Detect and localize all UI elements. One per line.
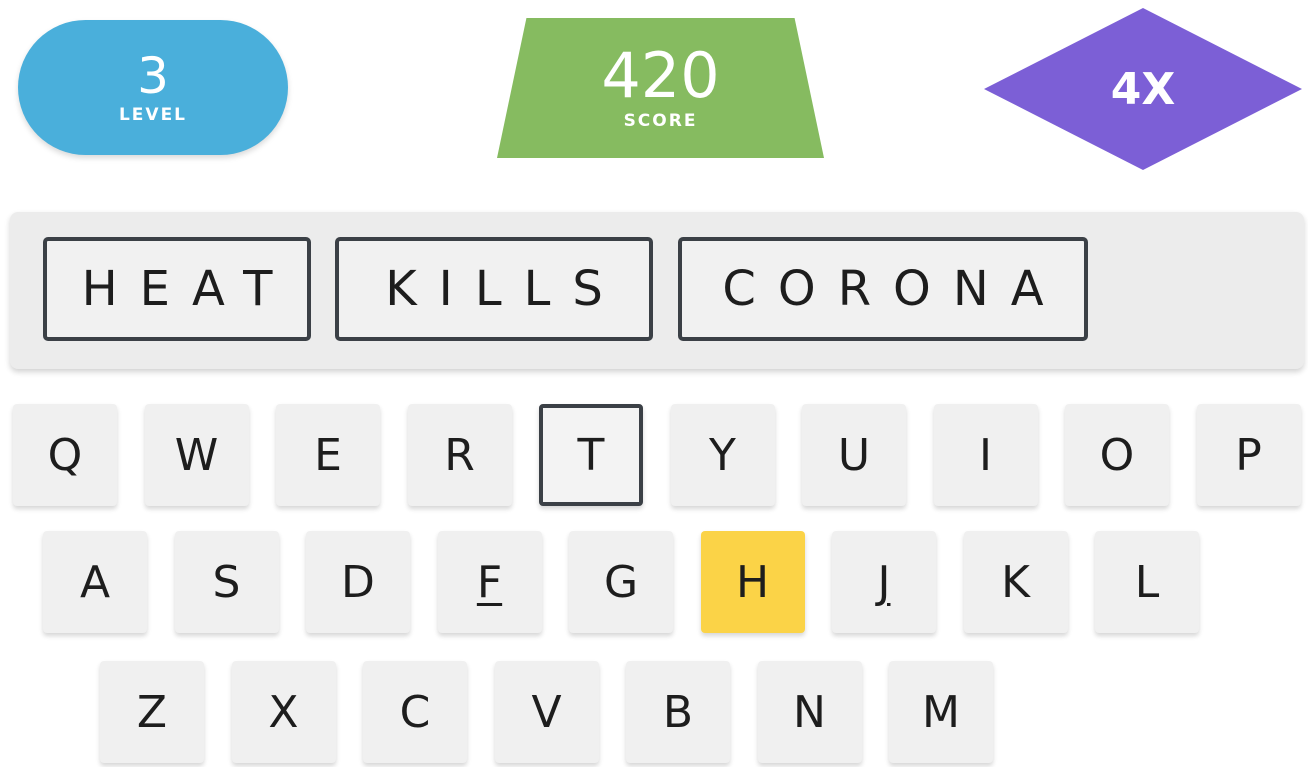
multiplier-value: 4X [984,8,1302,170]
key-label: H [735,556,770,608]
score-label: SCORE [623,111,698,131]
key-s[interactable]: S [174,531,279,633]
score-value: 420 [601,39,720,112]
key-l[interactable]: L [1095,531,1199,633]
key-h[interactable]: H [700,531,805,633]
key-label: V [531,686,562,738]
game-screen: 3 LEVEL 420 SCORE 4X HEAT KILLS CORONA Q… [0,0,1308,767]
level-value: 3 [137,46,169,105]
key-label: O [1099,429,1135,481]
key-label: I [979,429,992,481]
key-label: S [212,556,241,608]
key-b[interactable]: B [626,661,730,763]
phrase-word: KILLS [335,237,653,341]
phrase-word: HEAT [43,237,311,341]
key-a[interactable]: A [43,531,147,633]
key-v[interactable]: V [494,661,599,763]
key-z[interactable]: Z [100,661,204,763]
key-label: A [79,556,111,608]
key-label: D [341,556,375,608]
key-label: L [1134,556,1160,608]
key-t[interactable]: T [539,404,643,506]
key-j[interactable]: J [832,531,936,633]
key-m[interactable]: M [889,661,993,763]
key-label: N [793,686,826,738]
key-u[interactable]: U [802,404,906,506]
key-label: B [662,686,694,738]
key-label: C [399,686,431,738]
key-label: P [1235,429,1262,481]
key-label: Z [136,686,168,738]
key-x[interactable]: X [231,661,336,763]
key-label: E [314,429,342,481]
key-label: W [174,429,219,481]
key-label: M [922,686,960,738]
key-f[interactable]: F [437,531,542,633]
key-label: G [603,556,639,608]
key-label: T [577,429,605,481]
key-label: J [877,556,891,608]
key-label: K [1001,556,1030,608]
key-p[interactable]: P [1196,404,1301,506]
key-k[interactable]: K [963,531,1068,633]
key-y[interactable]: Y [670,404,775,506]
key-e[interactable]: E [276,404,380,506]
key-o[interactable]: O [1065,404,1169,506]
key-q[interactable]: Q [13,404,117,506]
key-r[interactable]: R [407,404,512,506]
level-badge: 3 LEVEL [18,20,288,155]
phrase-panel: HEAT KILLS CORONA [10,212,1304,369]
score-badge: 420 SCORE [497,18,824,158]
key-d[interactable]: D [306,531,410,633]
key-w[interactable]: W [144,404,249,506]
multiplier-badge: 4X [984,8,1302,170]
key-i[interactable]: I [933,404,1038,506]
key-label: Q [47,429,83,481]
key-label: U [837,429,871,481]
key-n[interactable]: N [757,661,862,763]
key-label: R [444,429,475,481]
key-label: F [476,556,503,608]
key-label: X [268,686,299,738]
level-label: LEVEL [118,104,188,125]
key-label: Y [709,429,736,481]
phrase-word: CORONA [678,237,1088,341]
key-g[interactable]: G [569,531,673,633]
key-c[interactable]: C [363,661,467,763]
